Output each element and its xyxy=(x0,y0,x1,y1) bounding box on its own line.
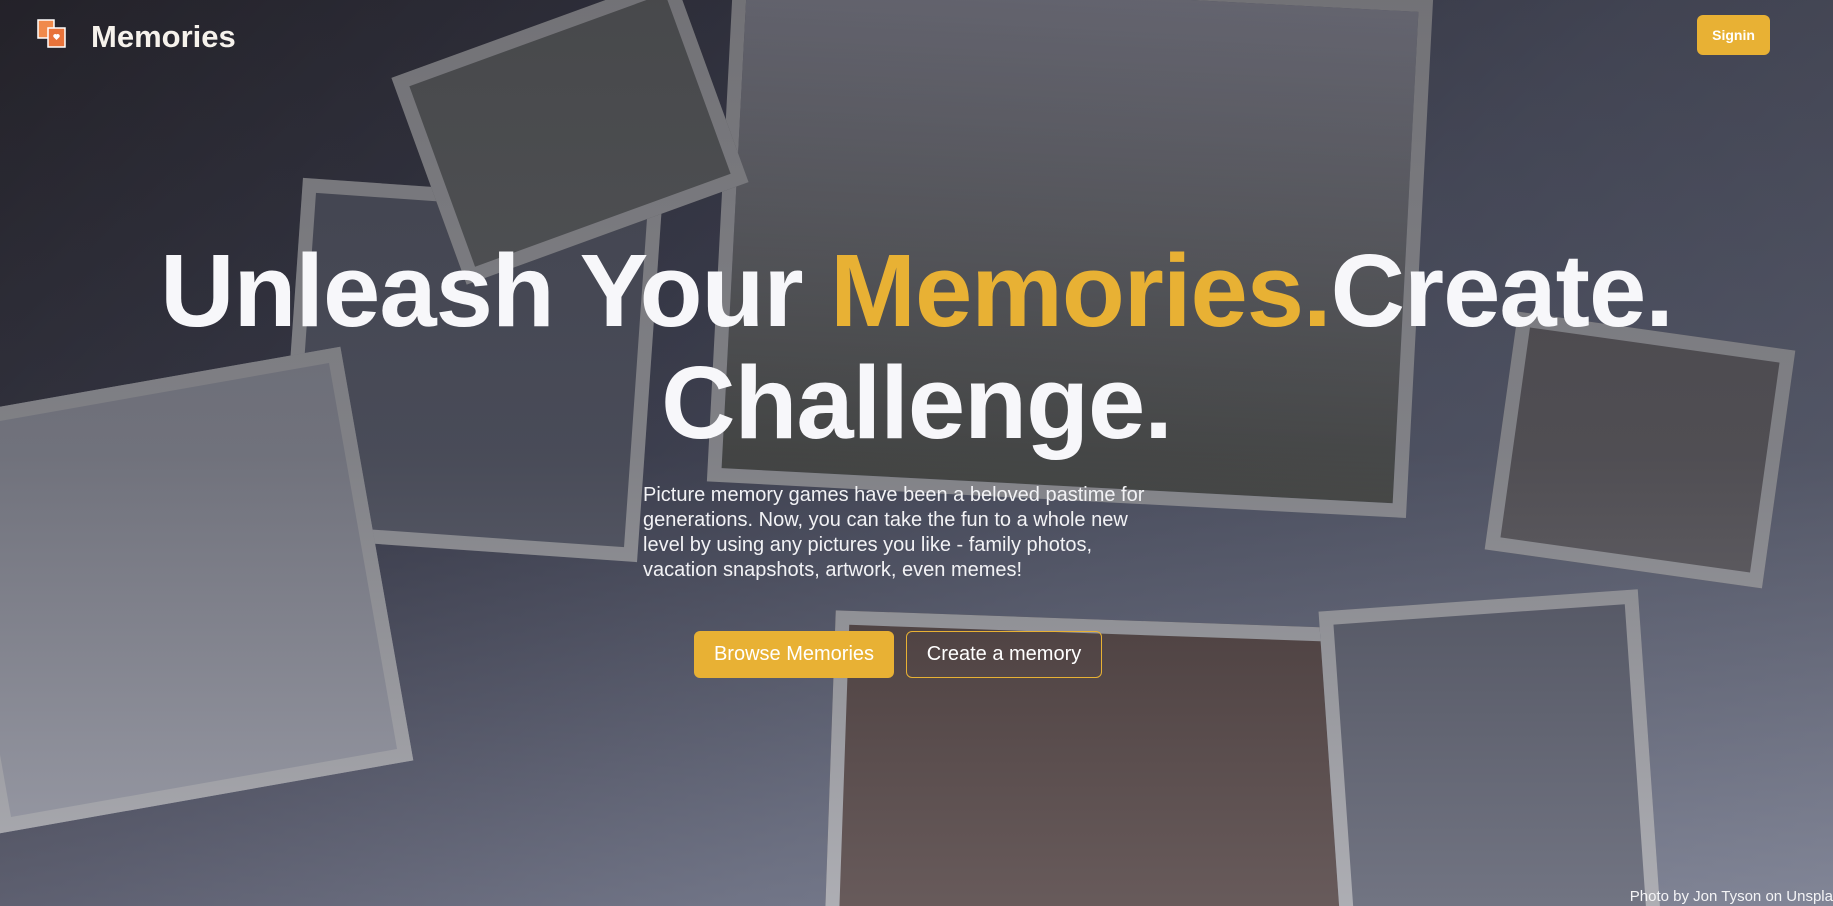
navbar: Memories Signin xyxy=(0,0,1833,74)
signin-button[interactable]: Signin xyxy=(1697,15,1770,55)
browse-memories-button[interactable]: Browse Memories xyxy=(694,631,894,678)
photo-credit[interactable]: Photo by Jon Tyson on Unspla xyxy=(1630,888,1833,905)
create-memory-button[interactable]: Create a memory xyxy=(906,631,1102,678)
memories-logo-icon xyxy=(37,19,66,48)
headline-part: Create. xyxy=(1330,233,1674,348)
hero-description: Picture memory games have been a beloved… xyxy=(643,484,1145,581)
headline-part: Unleash Your xyxy=(160,233,831,348)
headline-accent: Memories. xyxy=(830,233,1331,348)
hero-headline: Unleash Your Memories.Create. Challenge. xyxy=(0,235,1833,459)
brand-title[interactable]: Memories xyxy=(91,19,236,55)
headline-line2: Challenge. xyxy=(661,345,1173,460)
